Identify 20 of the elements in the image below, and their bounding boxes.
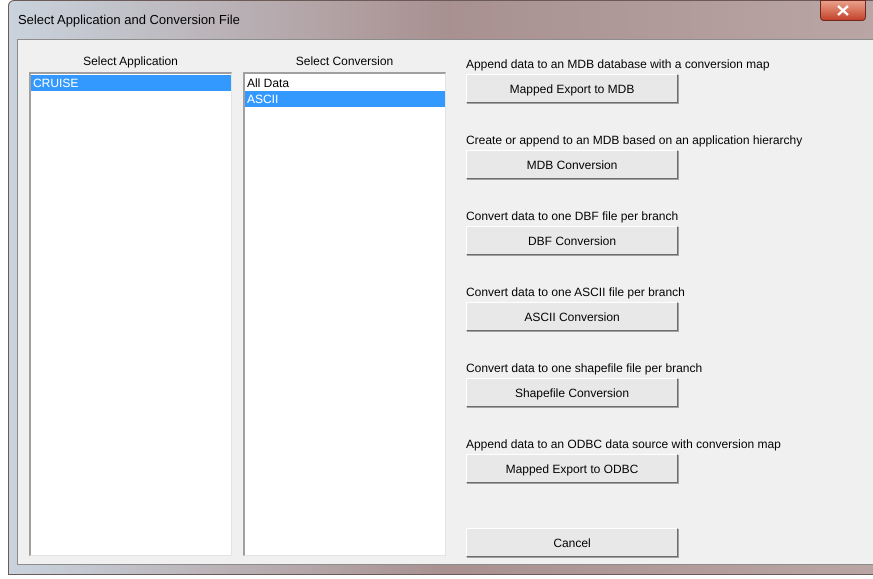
- action-description: Append data to an MDB database with a conversion map: [466, 56, 771, 73]
- action-button[interactable]: MDB Conversion: [466, 150, 678, 179]
- action-description: Convert data to one ASCII file per branch: [466, 284, 686, 301]
- list-item[interactable]: All Data: [245, 75, 445, 91]
- conversion-listbox[interactable]: All Data ASCII: [243, 72, 446, 556]
- window-title: Select Application and Conversion File: [18, 11, 240, 30]
- column-heading: Select Application: [82, 53, 179, 70]
- action-button[interactable]: ASCII Conversion: [466, 302, 678, 331]
- action-description: Convert data to one DBF file per branch: [466, 208, 680, 225]
- action-button[interactable]: DBF Conversion: [466, 226, 678, 255]
- close-button[interactable]: [820, 0, 866, 21]
- action-description: Convert data to one shapefile file per branch: [466, 360, 704, 377]
- close-icon: [837, 5, 849, 16]
- action-button[interactable]: Mapped Export to MDB: [466, 74, 678, 103]
- action-description: Append data to an ODBC data source with conversion map: [466, 436, 782, 453]
- action-button[interactable]: Shapefile Conversion: [466, 378, 678, 407]
- column-heading: Select Conversion: [294, 53, 394, 70]
- cancel-button[interactable]: Cancel: [466, 528, 678, 557]
- action-button[interactable]: Mapped Export to ODBC: [466, 454, 678, 483]
- action-description: Create or append to an MDB based on an application hierarchy: [466, 132, 802, 149]
